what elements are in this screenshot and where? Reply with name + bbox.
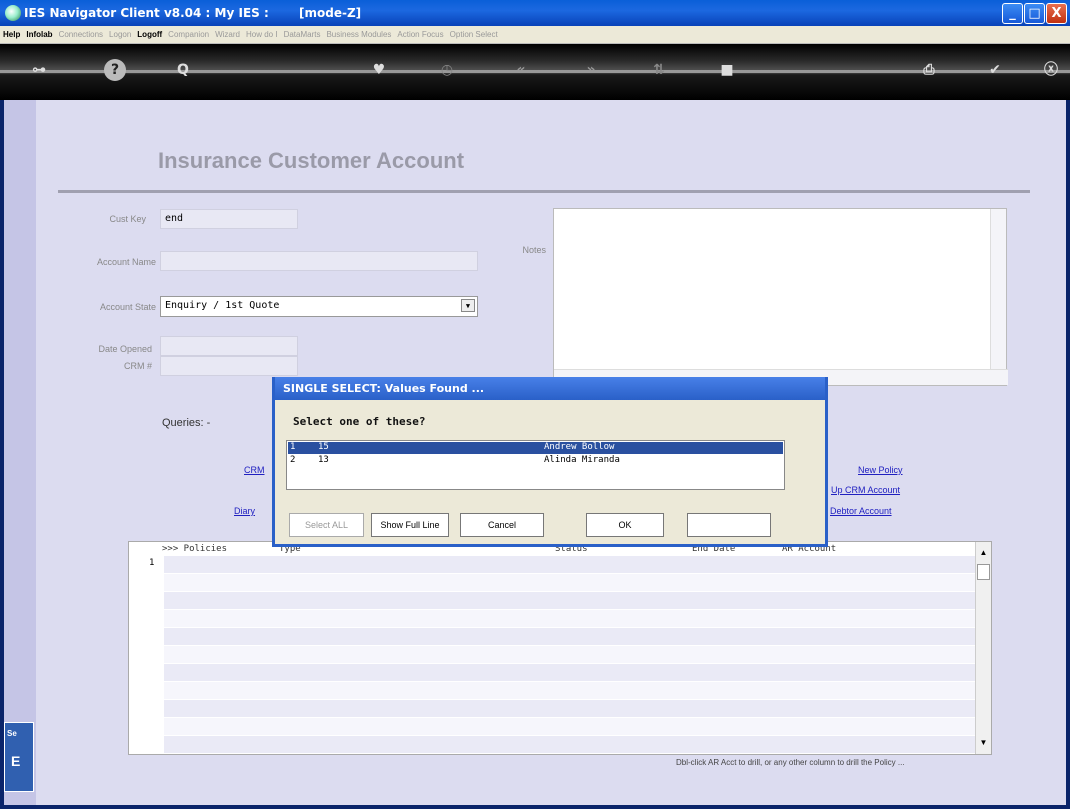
toolbar-line bbox=[0, 70, 1070, 73]
header-divider bbox=[58, 190, 1030, 193]
menu-help[interactable]: Help bbox=[0, 26, 23, 39]
table-row[interactable] bbox=[164, 628, 977, 646]
row-number: 1 bbox=[149, 558, 155, 568]
crm-account-link[interactable]: Up CRM Account bbox=[831, 485, 900, 495]
menu-logon[interactable]: Logon bbox=[106, 26, 134, 39]
maximize-button[interactable]: □ bbox=[1024, 3, 1045, 24]
title-bar[interactable]: IES Navigator Client v8.04 : My IES : [m… bbox=[0, 0, 1070, 26]
diary-link[interactable]: Diary bbox=[234, 506, 255, 516]
print-icon[interactable]: ⎙ bbox=[918, 59, 940, 81]
previous-icon[interactable]: « bbox=[510, 59, 532, 81]
new-policy-link[interactable]: New Policy bbox=[858, 465, 903, 475]
app-icon bbox=[5, 5, 21, 21]
notes-textarea[interactable] bbox=[553, 208, 1008, 386]
list-item[interactable]: 2 13 Alinda Miranda bbox=[288, 455, 783, 467]
account-state-label: Account State bbox=[99, 302, 156, 312]
application-window: IES Navigator Client v8.04 : My IES : [m… bbox=[0, 0, 1070, 809]
table-row[interactable] bbox=[164, 718, 977, 736]
table-row[interactable] bbox=[164, 592, 977, 610]
menu-datamarts[interactable]: DataMarts bbox=[281, 26, 324, 39]
side-button-label: Se bbox=[7, 729, 17, 738]
scroll-thumb[interactable] bbox=[977, 564, 990, 580]
item-name: Alinda Miranda bbox=[544, 455, 620, 465]
item-code: 13 bbox=[318, 455, 329, 465]
grid-rows bbox=[164, 556, 977, 754]
ok-button[interactable]: OK bbox=[586, 513, 664, 537]
account-state-select[interactable]: Enquiry / 1st Quote ▼ bbox=[160, 296, 478, 317]
menu-infolab[interactable]: Infolab bbox=[23, 26, 55, 39]
menu-action-focus[interactable]: Action Focus bbox=[394, 26, 446, 39]
list-item[interactable]: 1 15 Andrew Bollow bbox=[288, 442, 783, 454]
table-row[interactable] bbox=[164, 664, 977, 682]
table-row[interactable] bbox=[164, 682, 977, 700]
help-icon[interactable]: ? bbox=[104, 59, 126, 81]
dialog-title[interactable]: SINGLE SELECT: Values Found ... bbox=[275, 377, 825, 400]
chevron-down-icon[interactable]: ▼ bbox=[461, 299, 475, 312]
cancel-button[interactable]: Cancel bbox=[460, 513, 544, 537]
item-name: Andrew Bollow bbox=[544, 442, 615, 452]
dialog-question: Select one of these? bbox=[293, 415, 426, 428]
table-row[interactable] bbox=[164, 736, 977, 754]
stop-icon[interactable]: ■ bbox=[716, 59, 738, 81]
key-icon[interactable]: ⊶ bbox=[24, 59, 54, 81]
table-row[interactable] bbox=[164, 700, 977, 718]
window-mode: [mode-Z] bbox=[299, 6, 362, 20]
table-row[interactable] bbox=[164, 574, 977, 592]
item-index: 2 bbox=[290, 455, 296, 465]
item-index: 1 bbox=[290, 442, 296, 452]
single-select-dialog: SINGLE SELECT: Values Found ... Select o… bbox=[272, 377, 828, 547]
account-name-label: Account Name bbox=[96, 257, 156, 267]
next-icon[interactable]: » bbox=[580, 59, 602, 81]
table-row[interactable] bbox=[164, 610, 977, 628]
date-opened-field[interactable] bbox=[160, 336, 298, 356]
account-state-value: Enquiry / 1st Quote bbox=[165, 300, 280, 311]
grid-hint: Dbl-click AR Acct to drill, or any other… bbox=[676, 758, 905, 767]
scroll-up-icon[interactable]: ▲ bbox=[977, 548, 990, 562]
clock-icon[interactable]: ◷ bbox=[436, 59, 458, 81]
menu-bar: Help Infolab Connections Logon Logoff Compani… bbox=[0, 26, 1070, 44]
notes-vertical-scrollbar[interactable] bbox=[990, 209, 1006, 371]
date-opened-label: Date Opened bbox=[98, 344, 152, 354]
grid-scrollbar[interactable]: ▲ ▼ bbox=[975, 542, 991, 754]
menu-logoff[interactable]: Logoff bbox=[134, 26, 165, 39]
filter-input[interactable] bbox=[687, 513, 771, 537]
table-row[interactable] bbox=[164, 556, 977, 574]
exit-icon[interactable]: ⓧ bbox=[1040, 59, 1062, 81]
crm-field[interactable] bbox=[160, 356, 298, 376]
page-title: Insurance Customer Account bbox=[158, 148, 465, 173]
crm-label: CRM # bbox=[123, 361, 152, 371]
notes-label: Notes bbox=[522, 245, 546, 255]
menu-how-do-i[interactable]: How do I bbox=[243, 26, 281, 39]
policies-grid: >>> Policies Type Status End Date AR Acc… bbox=[128, 541, 992, 755]
menu-connections[interactable]: Connections bbox=[56, 26, 106, 39]
minimize-button[interactable]: _ bbox=[1002, 3, 1023, 24]
item-code: 15 bbox=[318, 442, 329, 452]
search-icon[interactable]: Q bbox=[172, 59, 194, 81]
toolbar: ⊶ ? Q ♥ ◷ « » ⇅ ■ ⎙ ✔ ⓧ bbox=[0, 44, 1070, 100]
crm-link[interactable]: CRM bbox=[244, 465, 265, 475]
values-list[interactable]: 1 15 Andrew Bollow 2 13 Alinda Miranda bbox=[286, 440, 785, 490]
cust-key-field[interactable]: end bbox=[160, 209, 298, 229]
side-button-glyph: E bbox=[11, 753, 21, 769]
close-button[interactable]: X bbox=[1046, 3, 1067, 24]
select-all-button[interactable]: Select ALL bbox=[289, 513, 364, 537]
window-title: IES Navigator Client v8.04 : My IES : bbox=[24, 6, 269, 20]
show-full-line-button[interactable]: Show Full Line bbox=[371, 513, 449, 537]
column-policies[interactable]: >>> Policies bbox=[162, 544, 227, 554]
menu-wizard[interactable]: Wizard bbox=[212, 26, 243, 39]
sort-icon[interactable]: ⇅ bbox=[648, 59, 670, 81]
cust-key-label: Cust Key bbox=[109, 214, 146, 224]
check-icon[interactable]: ✔ bbox=[984, 59, 1006, 81]
menu-business-modules[interactable]: Business Modules bbox=[323, 26, 394, 39]
menu-option-select[interactable]: Option Select bbox=[447, 26, 501, 39]
account-name-field[interactable] bbox=[160, 251, 478, 271]
queries-label: Queries: - bbox=[162, 417, 211, 429]
row-number-gutter: 1 bbox=[129, 556, 164, 754]
side-button[interactable]: Se E bbox=[4, 722, 34, 792]
table-row[interactable] bbox=[164, 646, 977, 664]
heart-icon[interactable]: ♥ bbox=[368, 59, 390, 81]
scroll-down-icon[interactable]: ▼ bbox=[977, 738, 990, 752]
debtor-account-link[interactable]: Debtor Account bbox=[830, 506, 892, 516]
menu-companion[interactable]: Companion bbox=[165, 26, 212, 39]
